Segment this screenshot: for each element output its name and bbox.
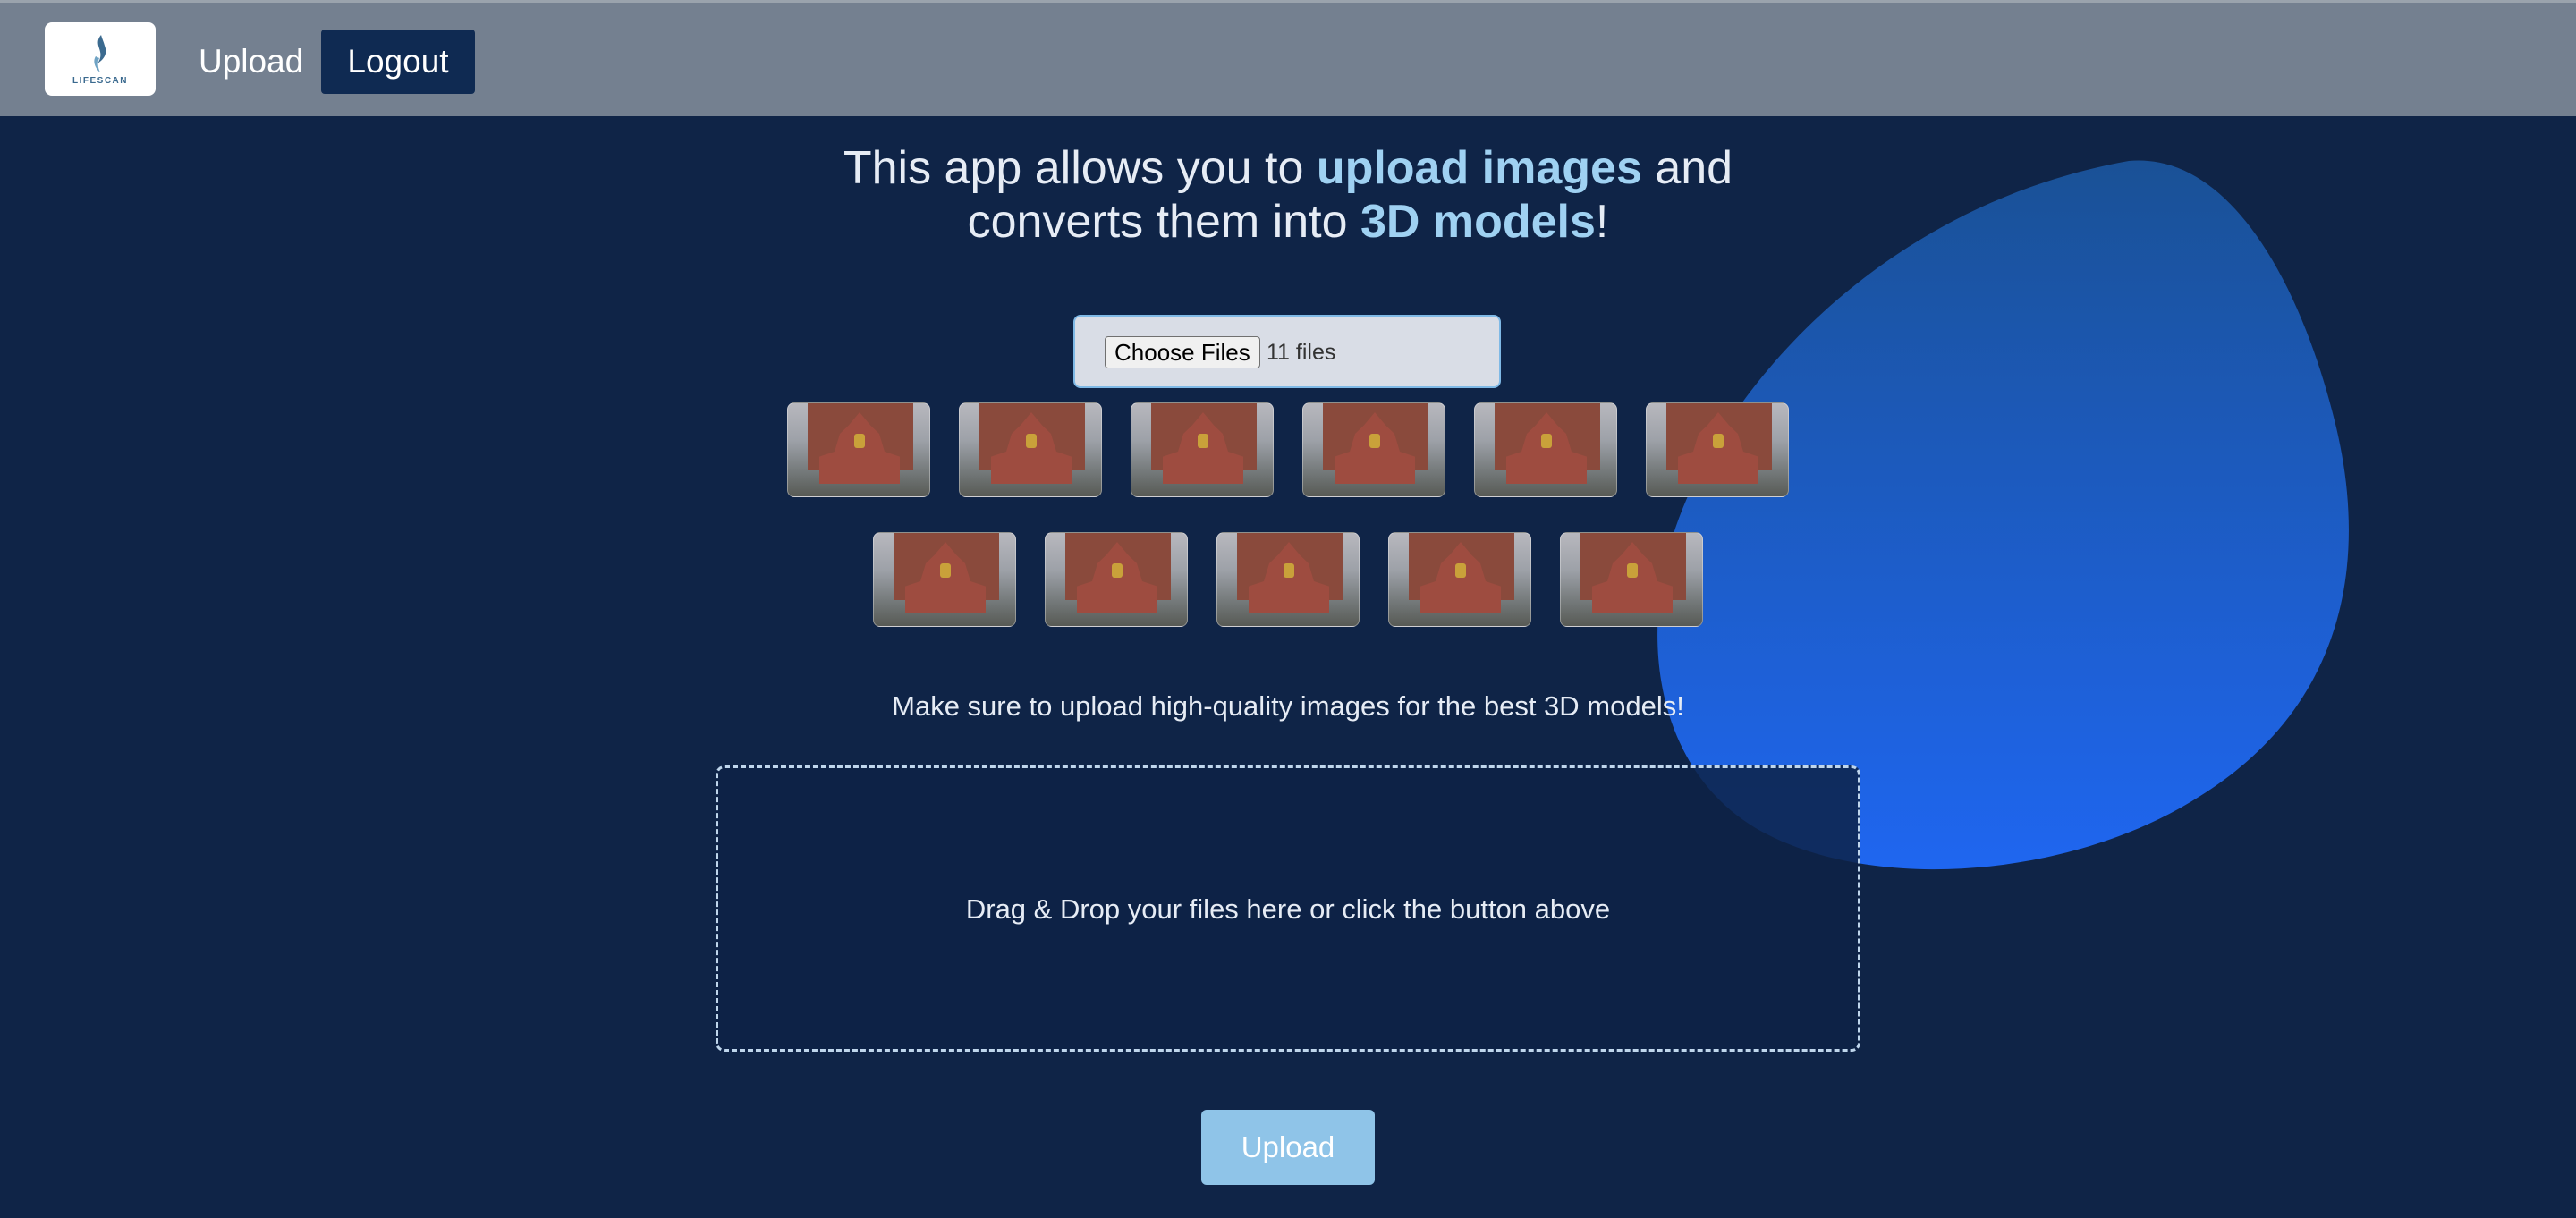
file-count-status: 11 files — [1267, 340, 1336, 365]
image-thumbnail[interactable] — [873, 532, 1016, 627]
headline-text: converts them into — [967, 196, 1360, 248]
drag-drop-zone[interactable]: Drag & Drop your files here or click the… — [716, 765, 1860, 1052]
image-thumbnail[interactable] — [1131, 402, 1274, 497]
image-thumbnail[interactable] — [1646, 402, 1789, 497]
nav-upload-link[interactable]: Upload — [199, 30, 303, 94]
image-thumbnail[interactable] — [1388, 532, 1531, 627]
file-input-box: Choose Files 11 files — [1073, 315, 1501, 388]
image-thumbnail[interactable] — [1216, 532, 1360, 627]
choose-files-button[interactable]: Choose Files — [1105, 336, 1260, 368]
headline-line-1: This app allows you to upload images and — [751, 141, 1825, 195]
image-thumbnail[interactable] — [1474, 402, 1617, 497]
logo-wordmark: LIFESCAN — [72, 75, 128, 86]
upload-button[interactable]: Upload — [1201, 1110, 1375, 1185]
headline-text: ! — [1595, 196, 1609, 248]
headline-text: This app allows you to — [843, 142, 1317, 194]
image-thumbnail[interactable] — [959, 402, 1102, 497]
quality-hint: Make sure to upload high-quality images … — [892, 690, 1684, 722]
dropzone-text: Drag & Drop your files here or click the… — [965, 893, 1611, 925]
headline-highlight-3d: 3D models — [1360, 196, 1596, 248]
headline-line-2: converts them into 3D models! — [751, 195, 1825, 249]
headline-text: and — [1641, 142, 1733, 194]
logout-button[interactable]: Logout — [321, 30, 475, 94]
image-thumbnail[interactable] — [787, 402, 930, 497]
image-thumbnail[interactable] — [1302, 402, 1445, 497]
flame-logo-icon — [94, 34, 106, 72]
image-thumbnail[interactable] — [1045, 532, 1188, 627]
headline-highlight-upload: upload images — [1316, 142, 1642, 194]
image-thumbnail[interactable] — [1560, 532, 1703, 627]
page-headline: This app allows you to upload images and… — [751, 141, 1825, 249]
top-navbar: LIFESCAN Upload Logout — [0, 0, 2576, 116]
lifescan-logo[interactable]: LIFESCAN — [45, 22, 156, 96]
